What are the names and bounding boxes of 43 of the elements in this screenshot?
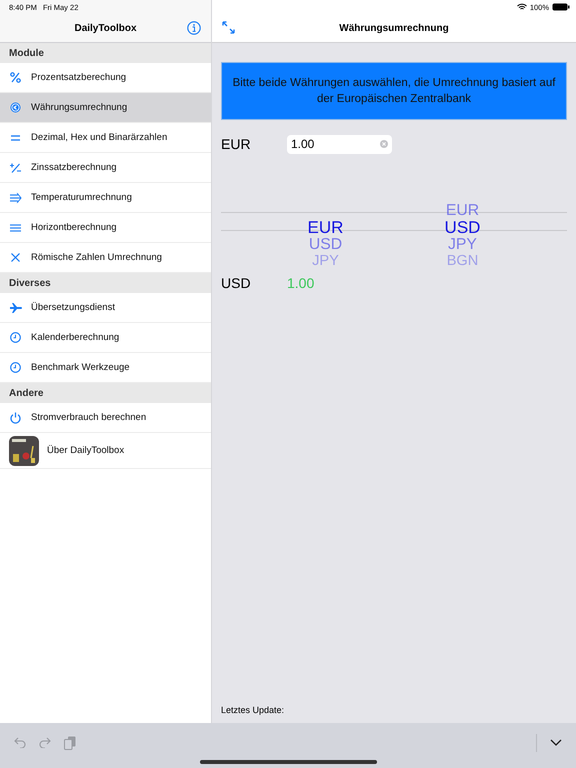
sidebar-item[interactable]: Temperaturumrechnung: [0, 183, 211, 213]
currency-label: EUR: [221, 136, 252, 152]
app-icon: [8, 436, 38, 466]
redo-icon[interactable]: [39, 737, 51, 748]
sidebar-item[interactable]: Übersetzungsdienst: [0, 293, 211, 323]
clock-icon: [10, 332, 21, 343]
plus-minus-icon: [10, 162, 21, 172]
sidebar-title: DailyToolbox: [74, 22, 137, 34]
info-icon[interactable]: [187, 21, 201, 35]
undo-icon[interactable]: [14, 737, 26, 748]
equals-icon: [11, 134, 20, 140]
sidebar-item[interactable]: Dezimal, Hex und Binarärzahlen: [0, 123, 211, 153]
clear-icon[interactable]: [380, 140, 388, 148]
sidebar-item[interactable]: Zinssatzberechnung: [0, 153, 211, 183]
wifi-icon: [516, 3, 527, 11]
picker-option[interactable]: USD: [419, 219, 506, 236]
clock-icon: [10, 362, 21, 373]
section-header: Andere: [0, 383, 211, 403]
info-banner: Bitte beide Währungen auswählen, die Umrechnung basiert auf der Europäischen Zentralbank: [221, 62, 567, 120]
lines-icon: [10, 224, 21, 232]
clipboard-icon[interactable]: [64, 736, 76, 750]
sidebar-item[interactable]: Horizontberechnung: [0, 213, 211, 243]
airplane-icon: [10, 302, 22, 312]
percent-icon: [10, 72, 21, 83]
amount-field[interactable]: 1.00: [287, 134, 392, 154]
section-header: Diverses: [0, 273, 211, 293]
section-header: Module: [0, 43, 211, 63]
result-value: 1.00: [287, 275, 314, 291]
currency-label: USD: [221, 275, 252, 291]
sidebar-item[interactable]: Kalenderberechnung: [0, 323, 211, 353]
currency-icon: [10, 102, 21, 113]
wind-icon: [10, 192, 22, 202]
page-title: Währungsumrechnung: [339, 22, 449, 34]
last-update-label: Letztes Update:: [221, 705, 286, 715]
cross-icon: [11, 253, 20, 262]
power-icon: [10, 412, 21, 424]
expand-icon[interactable]: [222, 21, 235, 34]
picker-option[interactable]: EUR: [282, 219, 369, 236]
chevron-down-icon[interactable]: [550, 739, 562, 746]
sidebar-item[interactable]: Über DailyToolbox: [0, 433, 211, 469]
battery-icon: [552, 3, 570, 11]
sidebar-item[interactable]: Währungsumrechnung: [0, 93, 211, 123]
sidebar-item[interactable]: Stromverbrauch berechnen: [0, 403, 211, 433]
